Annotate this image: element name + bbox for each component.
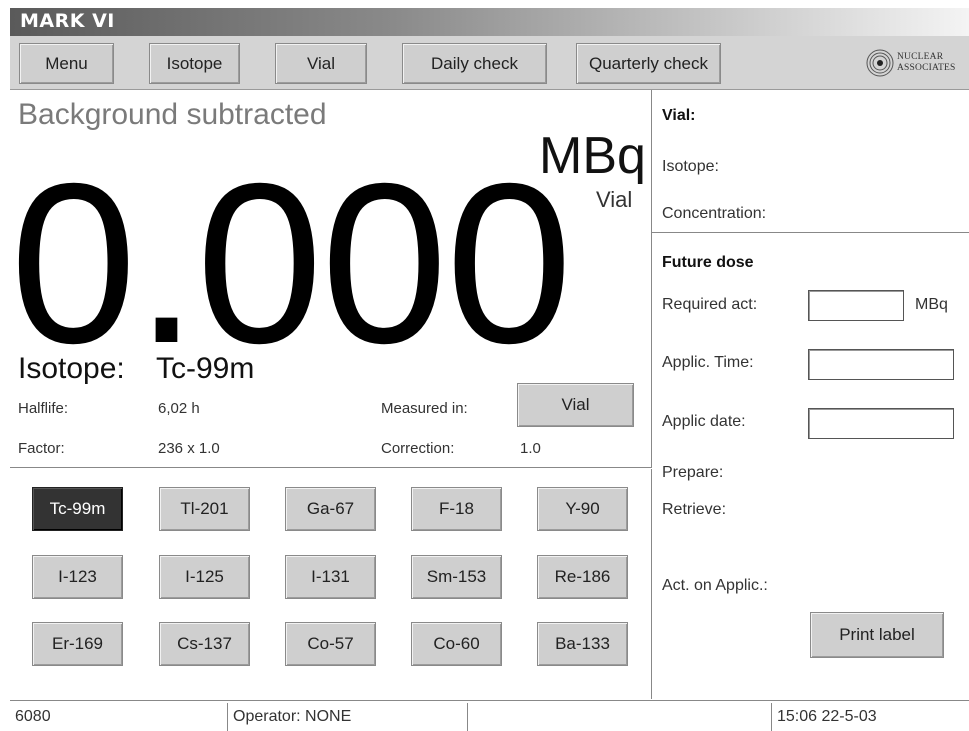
applic-date-label: Applic date: [662, 413, 746, 430]
future-dose-heading: Future dose [662, 254, 754, 271]
factor-label: Factor: [18, 440, 65, 457]
retrieve-label: Retrieve: [662, 501, 727, 518]
applic-time-field[interactable] [808, 349, 954, 380]
isotope-button-cs-137[interactable]: Cs-137 [159, 622, 250, 666]
act-on-applic-label: Act. on Applic.: [662, 577, 768, 594]
required-act-field[interactable] [808, 290, 904, 321]
logo-line-2: ASSOCIATES [897, 63, 956, 73]
vial-isotope-label: Isotope: [662, 158, 719, 175]
mode-label: Background subtracted [18, 98, 327, 131]
isotope-button-co-60[interactable]: Co-60 [411, 622, 502, 666]
isotope-button-re-186[interactable]: Re-186 [537, 555, 628, 599]
required-act-unit: MBq [915, 296, 948, 313]
measured-in-vial-button[interactable]: Vial [517, 383, 634, 427]
nuclear-associates-logo: NUCLEAR ASSOCIATES [865, 46, 965, 80]
vial-button[interactable]: Vial [275, 43, 367, 84]
status-datetime: 15:06 22-5-03 [772, 703, 969, 731]
measured-in-label: Measured in: [381, 400, 468, 417]
isotope-button-f-18[interactable]: F-18 [411, 487, 502, 531]
isotope-button-y-90[interactable]: Y-90 [537, 487, 628, 531]
factor-value: 236 x 1.0 [158, 440, 220, 457]
halflife-label: Halflife: [18, 400, 69, 417]
panel-divider [652, 232, 969, 233]
isotope-value: Tc-99m [156, 352, 255, 385]
isotope-button-ba-133[interactable]: Ba-133 [537, 622, 628, 666]
prepare-label: Prepare: [662, 464, 724, 481]
isotope-button-er-169[interactable]: Er-169 [32, 622, 123, 666]
isotope-button[interactable]: Isotope [149, 43, 240, 84]
logo-line-1: NUCLEAR [897, 52, 944, 62]
status-operator: Operator: NONE [228, 703, 468, 731]
daily-check-button[interactable]: Daily check [402, 43, 547, 84]
atom-rings-icon [866, 49, 894, 77]
menu-button[interactable]: Menu [19, 43, 114, 84]
halflife-value: 6,02 h [158, 400, 200, 417]
isotope-button-sm-153[interactable]: Sm-153 [411, 555, 502, 599]
status-message [468, 703, 772, 731]
print-label-button[interactable]: Print label [810, 612, 944, 658]
applic-date-field[interactable] [808, 408, 954, 439]
isotope-button-tl-201[interactable]: Tl-201 [159, 487, 250, 531]
status-bar: 6080 Operator: NONE 15:06 22-5-03 [10, 700, 969, 731]
isotope-button-tc-99m[interactable]: Tc-99m [32, 487, 123, 531]
app-title: MARK VI [20, 10, 115, 32]
correction-label: Correction: [381, 440, 455, 457]
isotope-label: Isotope: [18, 352, 125, 385]
vial-info-label: Vial: [662, 107, 696, 124]
isotope-button-i-125[interactable]: I-125 [159, 555, 250, 599]
info-panel: Vial: Isotope: Concentration: Future dos… [652, 90, 969, 700]
isotope-button-ga-67[interactable]: Ga-67 [285, 487, 376, 531]
measurement-panel: Background subtracted MBq Vial 0.000 Iso… [10, 90, 652, 468]
required-act-label: Required act: [662, 296, 758, 313]
status-device-id: 6080 [10, 703, 228, 731]
applic-time-label: Applic. Time: [662, 354, 754, 371]
activity-readout: 0.000 [10, 137, 573, 391]
isotope-button-i-123[interactable]: I-123 [32, 555, 123, 599]
quarterly-check-button[interactable]: Quarterly check [576, 43, 721, 84]
isotope-selector-grid: Tc-99m Tl-201 Ga-67 F-18 Y-90 I-123 I-12… [10, 469, 652, 699]
toolbar: Menu Isotope Vial Daily check Quarterly … [10, 36, 969, 90]
concentration-label: Concentration: [662, 205, 767, 222]
correction-value: 1.0 [520, 440, 541, 457]
isotope-button-i-131[interactable]: I-131 [285, 555, 376, 599]
isotope-button-co-57[interactable]: Co-57 [285, 622, 376, 666]
title-bar: MARK VI [10, 8, 969, 36]
unit-sub-label: Vial [596, 187, 633, 212]
